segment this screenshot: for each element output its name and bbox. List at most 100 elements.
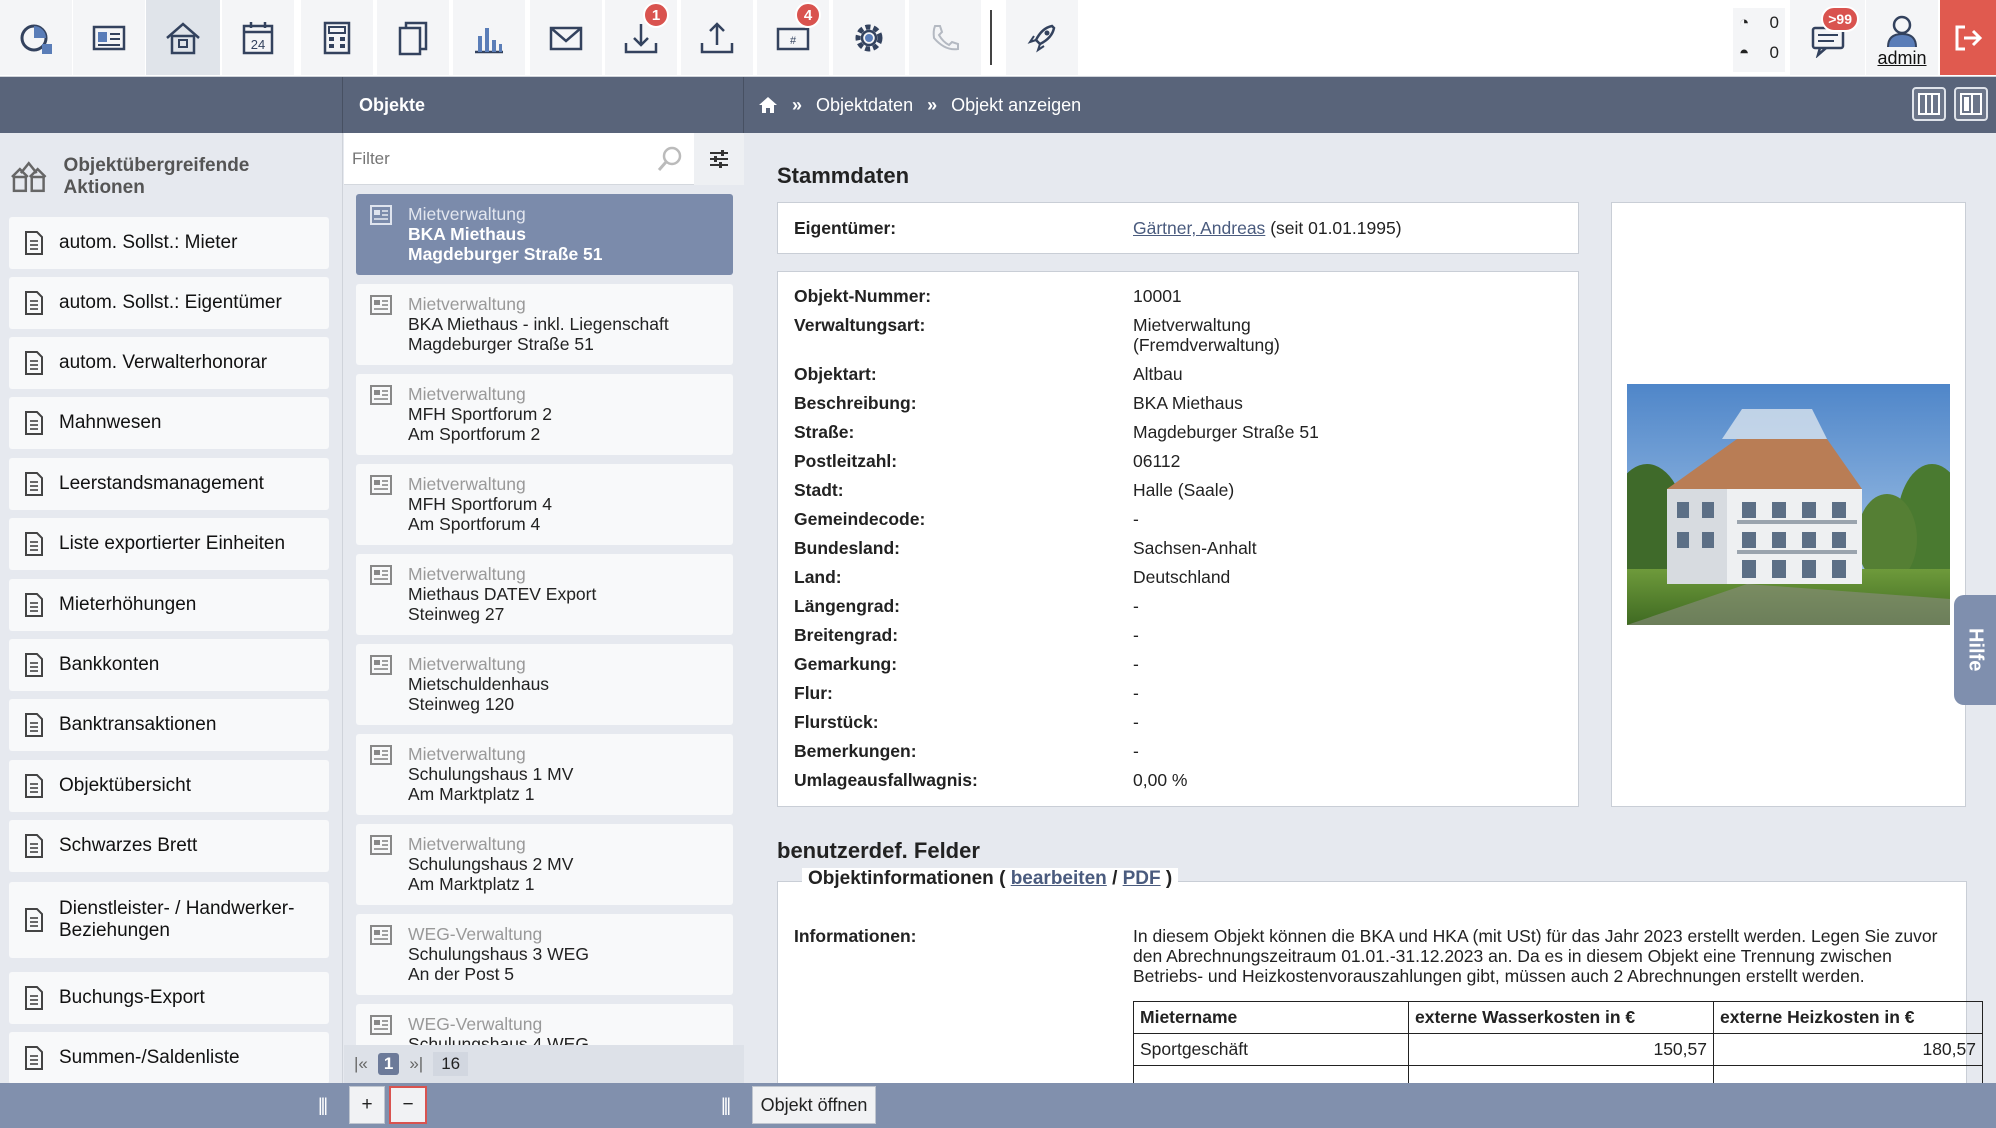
field-label: Umlageausfallwagnis:: [794, 770, 978, 790]
help-tab[interactable]: Hilfe: [1954, 595, 1996, 705]
action-item[interactable]: Bankkonten: [9, 639, 329, 691]
contacts-button[interactable]: [73, 0, 145, 75]
action-item[interactable]: Banktransaktionen: [9, 699, 329, 751]
action-item[interactable]: Schwarzes Brett: [9, 820, 329, 872]
action-item[interactable]: Dienstleister- / Handwerker-Beziehungen: [9, 882, 329, 958]
field-label: Stadt:: [794, 480, 844, 500]
breadcrumb-objekt-anzeigen: Objekt anzeigen: [951, 94, 1082, 115]
mail-button[interactable]: [530, 0, 602, 75]
open-object-button[interactable]: Objekt öffnen: [752, 1086, 876, 1124]
document-icon: [25, 291, 43, 315]
field-label: Objektart:: [794, 364, 877, 384]
object-record-icon: [370, 1015, 392, 1035]
document-icon: [25, 774, 43, 798]
document-icon: [25, 593, 43, 617]
info-text: In diesem Objekt können die BKA und HKA …: [1133, 926, 1937, 986]
envelope-icon: [549, 26, 583, 50]
accounting-button[interactable]: [301, 0, 373, 75]
logout-button[interactable]: [1940, 0, 1996, 75]
action-item[interactable]: Objektübersicht: [9, 760, 329, 812]
filter-settings-button[interactable]: [694, 133, 744, 185]
field-label: Land:: [794, 567, 842, 587]
resize-grip-icon[interactable]: |||: [318, 1095, 328, 1116]
counters-panel: ◔ 0 ◓ 0: [1733, 8, 1785, 72]
action-item[interactable]: autom. Sollst.: Eigentümer: [9, 277, 329, 329]
two-column-layout-button[interactable]: [1954, 87, 1988, 121]
counter-value-1: 0: [1769, 13, 1779, 32]
object-list-item[interactable]: Mietverwaltung BKA Miethaus - inkl. Liege…: [356, 284, 733, 365]
table-header-row: Mietername externe Wasserkosten in € ext…: [1133, 1001, 1983, 1034]
objects-home-button[interactable]: [146, 0, 220, 75]
object-record-icon: [370, 835, 392, 855]
field-value: -: [1133, 712, 1139, 732]
action-item[interactable]: autom. Sollst.: Mieter: [9, 217, 329, 269]
phone-button[interactable]: [909, 0, 981, 75]
object-type: WEG-Verwaltung: [408, 1014, 543, 1034]
action-label: Banktransaktionen: [59, 714, 217, 735]
reports-button[interactable]: [453, 0, 525, 75]
last-page-button[interactable]: »|: [409, 1054, 423, 1074]
edit-link[interactable]: bearbeiten: [1011, 868, 1107, 889]
object-list-item[interactable]: Mietverwaltung BKA Miethaus Magdeburger St…: [356, 194, 733, 275]
remove-button[interactable]: −: [389, 1086, 427, 1124]
counter-row-2[interactable]: ◓ 0: [1733, 38, 1785, 68]
calendar-icon: 24: [242, 21, 274, 54]
home-icon[interactable]: [758, 96, 778, 114]
breadcrumb-objektdaten[interactable]: Objektdaten: [816, 95, 913, 116]
first-page-button[interactable]: |«: [354, 1054, 368, 1074]
export-button[interactable]: [681, 0, 753, 75]
settings-button[interactable]: [833, 0, 905, 75]
object-list-item[interactable]: WEG-Verwaltung Schulungshaus 3 WEG An der …: [356, 914, 733, 995]
search-icon[interactable]: [656, 145, 684, 173]
phone-icon: [932, 24, 959, 50]
field-label: Beschreibung:: [794, 393, 917, 413]
tickets-button[interactable]: # 4: [757, 0, 829, 75]
owner-value: Gärtner, Andreas (seit 01.01.1995): [1133, 218, 1402, 238]
owner-link[interactable]: Gärtner, Andreas: [1133, 218, 1265, 238]
import-button[interactable]: 1: [605, 0, 677, 75]
action-item[interactable]: Leerstandsmanagement: [9, 458, 329, 510]
nav-left-segment: [0, 77, 343, 133]
filter-input[interactable]: [348, 141, 688, 177]
field-value: -: [1133, 625, 1139, 645]
action-item[interactable]: Summen-/Saldenliste: [9, 1032, 329, 1083]
object-address: An der Post 5: [408, 964, 515, 984]
current-page[interactable]: 1: [377, 1053, 400, 1075]
action-item[interactable]: Buchungs-Export: [9, 972, 329, 1024]
object-list-item[interactable]: Mietverwaltung Mietschuldenhaus Steinweg 1…: [356, 644, 733, 725]
action-label: Bankkonten: [59, 654, 160, 675]
info-line: Betriebs- und Heizkostenvorauszahlungen …: [1133, 966, 1865, 986]
tickets-badge: 4: [795, 2, 821, 28]
add-button[interactable]: +: [349, 1086, 385, 1124]
action-item[interactable]: Mahnwesen: [9, 397, 329, 449]
user-menu[interactable]: admin: [1866, 0, 1938, 75]
resize-grip-icon[interactable]: |||: [721, 1095, 731, 1116]
action-item[interactable]: Mieterhöhungen: [9, 579, 329, 631]
documents-button[interactable]: [377, 0, 449, 75]
contacts-card-icon: [92, 25, 126, 50]
field-label: Flur:: [794, 683, 833, 703]
dashboard-button[interactable]: [0, 0, 72, 75]
object-list-item[interactable]: Mietverwaltung Schulungshaus 1 MV Am Markt…: [356, 734, 733, 815]
breadcrumb: » Objektdaten » Objekt anzeigen: [758, 77, 1081, 133]
counter-row-1[interactable]: ◔ 0: [1733, 8, 1785, 38]
field-value-text: -: [1133, 654, 1139, 674]
action-item[interactable]: autom. Verwalterhonorar: [9, 337, 329, 389]
object-list-item[interactable]: Mietverwaltung MFH Sportforum 2 Am Sportfo…: [356, 374, 733, 455]
top-toolbar: 24 1 # 4 ◔ 0 ◓ 0 >99 admin: [0, 0, 1996, 77]
action-item[interactable]: Liste exportierter Einheiten: [9, 518, 329, 570]
object-list-item[interactable]: Mietverwaltung Schulungshaus 2 MV Am Markt…: [356, 824, 733, 905]
calendar-button[interactable]: 24: [222, 0, 294, 75]
quickstart-button[interactable]: [1006, 0, 1078, 75]
messages-button[interactable]: >99: [1790, 0, 1865, 75]
document-icon: [25, 653, 43, 677]
field-value-text: Deutschland: [1133, 567, 1231, 587]
pdf-link[interactable]: PDF: [1123, 868, 1161, 889]
object-list-item[interactable]: Mietverwaltung MFH Sportforum 4 Am Sportfo…: [356, 464, 733, 545]
three-column-layout-button[interactable]: [1912, 87, 1946, 121]
object-list-item[interactable]: Mietverwaltung Miethaus DATEV Export Stein…: [356, 554, 733, 635]
object-type: Mietverwaltung: [408, 744, 526, 764]
user-name[interactable]: admin: [1877, 48, 1926, 69]
actions-header: Objektübergreifende Aktionen: [0, 133, 342, 203]
field-value: -: [1133, 741, 1139, 761]
